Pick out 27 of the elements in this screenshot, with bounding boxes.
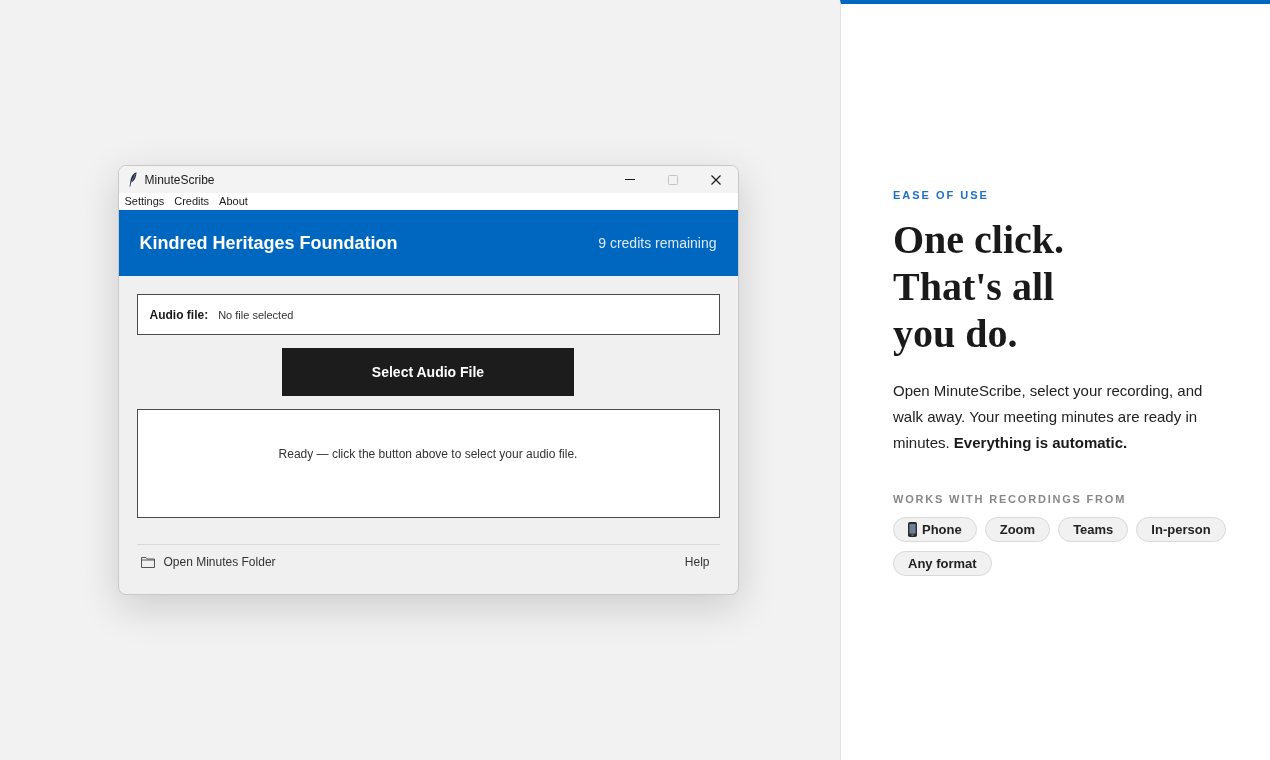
source-tag: Phone: [893, 517, 977, 542]
credits-remaining: 9 credits remaining: [598, 235, 717, 251]
maximize-icon: [668, 174, 678, 185]
source-tag: Any format: [893, 551, 992, 576]
window-title: MinuteScribe: [144, 172, 216, 187]
section-label: EASE OF USE: [893, 188, 990, 202]
select-audio-button[interactable]: Select Audio File: [282, 348, 574, 396]
open-folder-link[interactable]: Open Minutes Folder: [140, 554, 276, 570]
organization-name: Kindred Heritages Foundation: [139, 232, 398, 254]
audio-file-label: Audio file:: [149, 307, 209, 322]
description-text: Open MinuteScribe, select your recording, and walk away. Your meeting minutes are ready in minutes. Everything is automatic.: [893, 381, 1204, 453]
status-message: Ready — click the button above to select your audio file.: [278, 447, 578, 461]
menu-item[interactable]: Credits: [169, 193, 215, 210]
close-icon: [711, 174, 721, 185]
menu-item[interactable]: About: [214, 193, 253, 210]
headline: One click. That's all you do.: [893, 216, 1066, 357]
feather-icon: [128, 172, 137, 187]
phone-icon: [908, 522, 917, 537]
source-tag: Teams: [1058, 517, 1129, 542]
source-tag: In-person: [1136, 517, 1226, 542]
menu-item[interactable]: Settings: [119, 193, 170, 210]
minimize-icon: [625, 179, 635, 180]
file-name-text: No file selected: [218, 308, 294, 321]
sources-label: WORKS WITH RECORDINGS FROM: [893, 492, 1128, 506]
folder-icon: [140, 556, 155, 568]
source-tag: Zoom: [984, 517, 1051, 542]
help-link[interactable]: Help: [684, 554, 710, 570]
